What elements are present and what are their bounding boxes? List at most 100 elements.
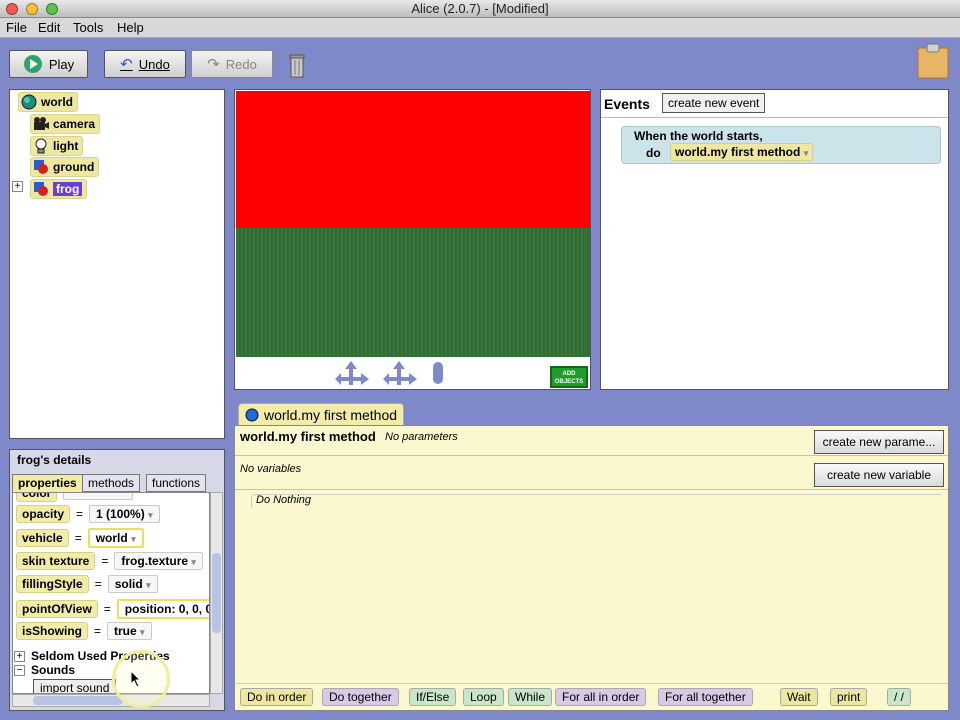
play-label: Play xyxy=(48,56,75,72)
tree-item-label: frog xyxy=(53,182,83,196)
property-value[interactable]: position: 0, 0, 0; xyxy=(116,599,209,619)
clipboard-icon[interactable] xyxy=(916,42,950,80)
event-method-tile[interactable]: world.my first method ▾ xyxy=(670,143,814,161)
tree-item-light[interactable]: light xyxy=(30,136,84,156)
property-name: pointOfView xyxy=(16,600,98,618)
dropdown-arrow-icon: ▾ xyxy=(131,534,136,544)
property-value[interactable]: world ▾ xyxy=(87,528,144,548)
property-row[interactable]: fillingStyle = solid ▾ xyxy=(16,575,158,593)
print-tile[interactable]: print xyxy=(830,688,868,706)
tree-item-ground[interactable]: ground xyxy=(30,157,100,177)
property-row[interactable]: skin texture = frog.texture ▾ xyxy=(16,552,203,570)
close-window-button[interactable] xyxy=(6,3,18,15)
vertical-scrollbar[interactable] xyxy=(210,492,223,694)
object-shape-icon xyxy=(34,160,48,174)
method-body[interactable] xyxy=(251,494,941,508)
menu-help[interactable]: Help xyxy=(117,20,144,35)
trash-icon[interactable] xyxy=(287,52,307,78)
tilt-camera-icon xyxy=(433,362,443,384)
property-value[interactable]: frog.texture ▾ xyxy=(114,552,203,570)
property-value[interactable]: true ▾ xyxy=(107,622,152,640)
undo-label: Undo xyxy=(138,56,170,72)
do-in-order-tile[interactable]: Do in order xyxy=(240,688,314,706)
event-description: When the world starts, xyxy=(634,129,763,143)
expand-toggle-icon[interactable]: + xyxy=(14,651,25,662)
event-do-label: do xyxy=(646,146,661,160)
method-editor-tab[interactable]: world.my first method xyxy=(238,403,405,425)
for-all-together-tile[interactable]: For all together xyxy=(658,688,753,706)
while-tile[interactable]: While xyxy=(508,688,553,706)
comment-tile[interactable]: / / xyxy=(887,688,912,706)
import-sound-button[interactable]: import sound xyxy=(33,679,117,693)
create-new-variable-button[interactable]: create new variable xyxy=(814,463,944,487)
property-name: isShowing xyxy=(16,622,88,640)
add-objects-button[interactable]: ADD OBJECTS xyxy=(550,366,588,388)
move-camera-icon xyxy=(335,361,369,385)
property-value[interactable]: solid ▾ xyxy=(107,575,158,593)
property-row[interactable]: opacity = 1 (100%) ▾ xyxy=(16,505,160,523)
undo-button[interactable]: ↶ Undo xyxy=(104,50,186,78)
menu-tools[interactable]: Tools xyxy=(73,20,103,35)
menu-file[interactable]: File xyxy=(6,20,27,35)
world-start-event[interactable]: When the world starts, do world.my first… xyxy=(621,126,941,164)
mouse-cursor-icon xyxy=(130,670,142,688)
for-all-in-order-tile[interactable]: For all in order xyxy=(555,688,647,706)
property-name: vehicle xyxy=(16,529,69,547)
create-new-event-button[interactable]: create new event xyxy=(662,93,766,113)
event-method-label: world.my first method xyxy=(675,145,801,159)
if-else-tile[interactable]: If/Else xyxy=(409,688,457,706)
create-new-parameter-button[interactable]: create new parame... xyxy=(814,430,944,454)
do-nothing-placeholder: Do Nothing xyxy=(256,494,312,506)
property-row[interactable]: vehicle = world ▾ xyxy=(16,528,144,548)
property-value-text: world xyxy=(95,531,128,545)
window-titlebar: Alice (2.0.7) - [Modified] xyxy=(0,0,960,18)
redo-button[interactable]: ↷ Redo xyxy=(191,50,273,78)
globe-icon xyxy=(21,94,37,110)
property-value[interactable] xyxy=(63,493,134,500)
scene-sky xyxy=(236,91,590,228)
undo-icon: ↶ xyxy=(120,56,133,73)
loop-tile[interactable]: Loop xyxy=(463,688,504,706)
tree-item-camera[interactable]: camera xyxy=(30,114,101,134)
dropdown-arrow-icon: ▾ xyxy=(803,148,809,158)
events-divider xyxy=(601,117,948,118)
do-together-tile[interactable]: Do together xyxy=(322,688,399,706)
scrollbar-thumb[interactable] xyxy=(212,553,221,633)
camera-controls xyxy=(335,361,443,385)
window-title: Alice (2.0.7) - [Modified] xyxy=(411,1,549,16)
dropdown-arrow-icon: ▾ xyxy=(148,510,153,520)
tree-item-frog[interactable]: frog xyxy=(30,179,88,199)
play-button[interactable]: Play xyxy=(9,50,88,78)
property-value[interactable]: 1 (100%) ▾ xyxy=(89,505,160,523)
scrollbar-thumb[interactable] xyxy=(33,696,123,705)
menu-edit[interactable]: Edit xyxy=(38,20,60,35)
editor-divider xyxy=(235,455,948,456)
tree-item-label: camera xyxy=(53,117,96,131)
minimize-window-button[interactable] xyxy=(26,3,38,15)
property-name: fillingStyle xyxy=(16,575,89,593)
tree-item-world[interactable]: world xyxy=(18,92,78,112)
wait-tile[interactable]: Wait xyxy=(780,688,818,706)
property-row[interactable]: pointOfView = position: 0, 0, 0; xyxy=(16,599,209,619)
horizontal-scrollbar[interactable] xyxy=(12,694,210,707)
property-row[interactable]: color xyxy=(16,493,134,502)
expand-toggle-icon[interactable]: + xyxy=(12,181,23,192)
method-tab-label: world.my first method xyxy=(264,406,398,423)
tab-functions[interactable]: functions xyxy=(146,474,207,492)
dropdown-arrow-icon: ▾ xyxy=(140,627,145,637)
collapse-toggle-icon[interactable]: − xyxy=(14,665,25,676)
properties-list: color opacity = 1 (100%) ▾ vehicle = world ▾… xyxy=(12,492,210,694)
redo-icon: ↷ xyxy=(207,56,220,73)
scene-view[interactable]: ADD OBJECTS xyxy=(234,89,591,390)
pan-camera-icon xyxy=(383,361,417,385)
zoom-window-button[interactable] xyxy=(46,3,58,15)
property-value-text: solid xyxy=(114,577,143,591)
variables-status: No variables xyxy=(240,463,302,475)
editor-divider xyxy=(235,489,948,490)
tab-properties[interactable]: properties xyxy=(12,474,83,492)
tab-methods[interactable]: methods xyxy=(82,474,141,492)
property-row[interactable]: isShowing = true ▾ xyxy=(16,622,152,640)
tree-item-label: ground xyxy=(53,160,95,174)
sounds-section[interactable]: Sounds xyxy=(31,663,75,677)
property-name: opacity xyxy=(16,505,71,523)
